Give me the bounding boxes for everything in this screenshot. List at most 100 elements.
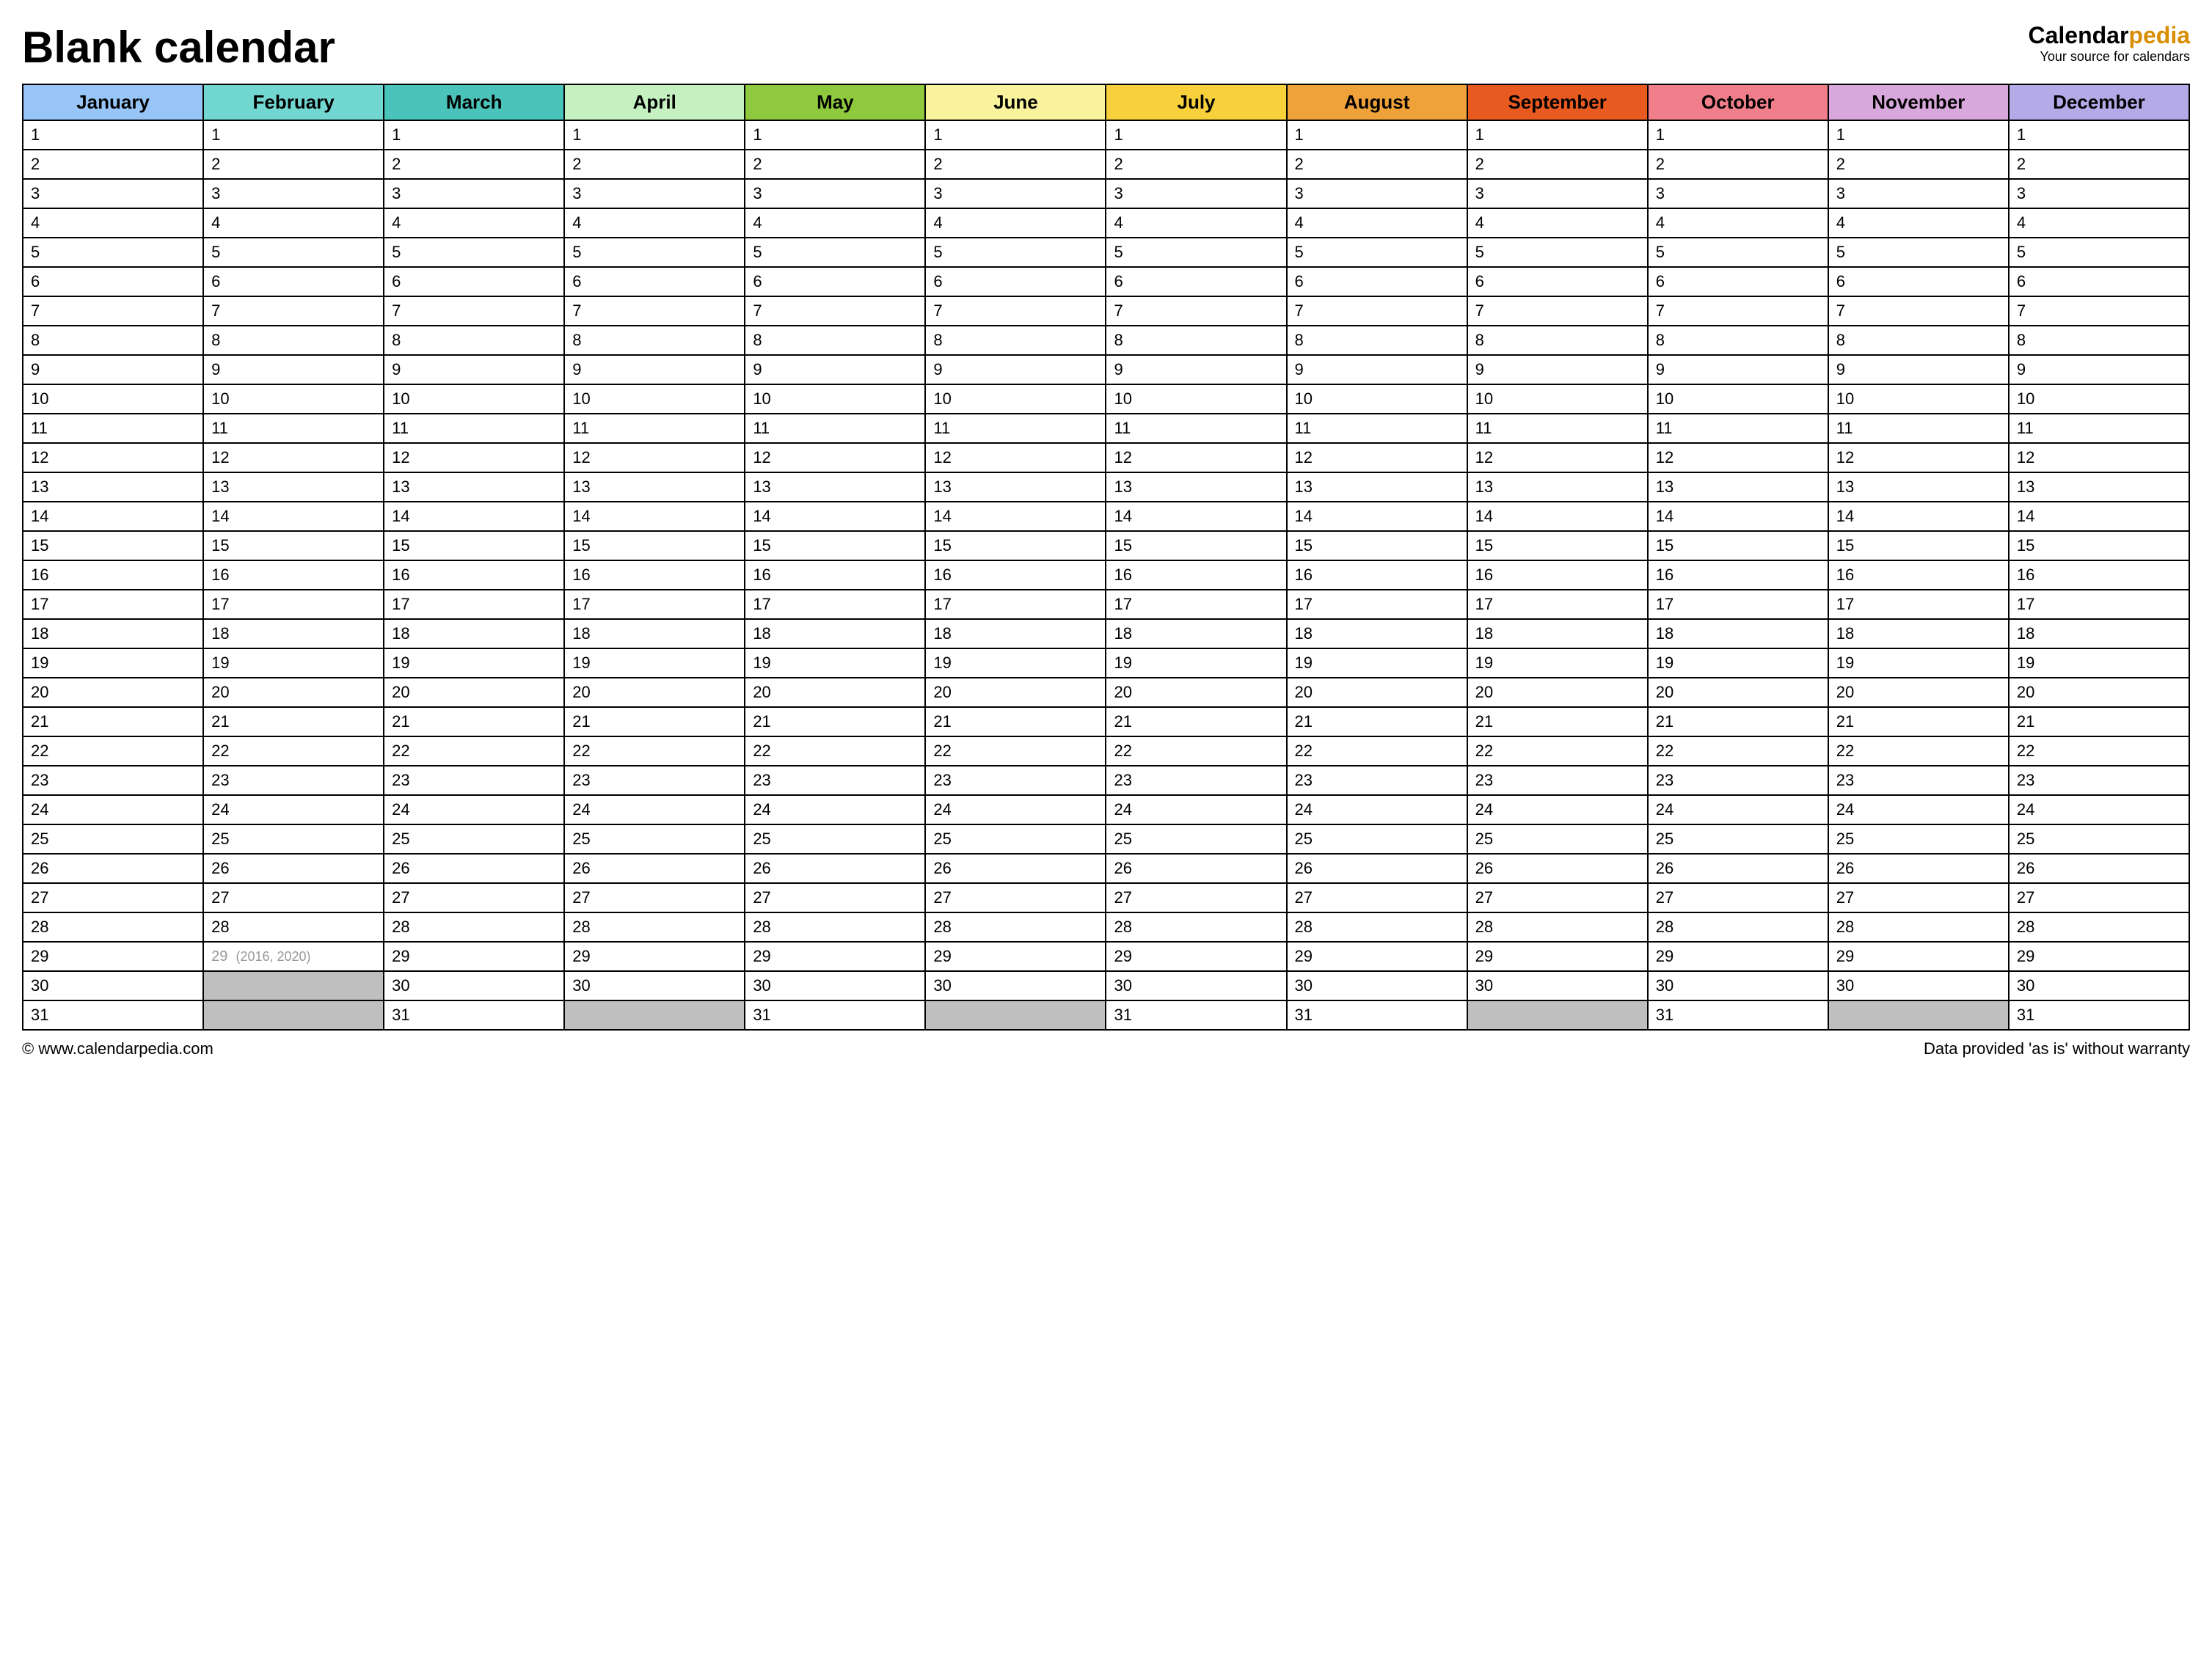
day-cell: 29 xyxy=(23,942,203,971)
day-cell: 23 xyxy=(23,766,203,795)
day-cell: 27 xyxy=(1648,883,1828,912)
day-cell: 1 xyxy=(2009,120,2189,150)
day-cell: 12 xyxy=(384,443,564,472)
day-cell: 23 xyxy=(925,766,1106,795)
day-cell: 9 xyxy=(1648,355,1828,384)
day-cell: 2 xyxy=(384,150,564,179)
day-cell: 22 xyxy=(925,736,1106,766)
day-cell: 13 xyxy=(1287,472,1467,502)
day-row: 888888888888 xyxy=(23,326,2189,355)
day-cell: 29 xyxy=(384,942,564,971)
day-cell: 26 xyxy=(203,854,384,883)
day-cell: 2 xyxy=(745,150,925,179)
day-cell: 28 xyxy=(2009,912,2189,942)
day-cell: 17 xyxy=(203,590,384,619)
day-row: 666666666666 xyxy=(23,267,2189,296)
day-cell: 25 xyxy=(925,824,1106,854)
month-header: May xyxy=(745,84,925,120)
day-cell: 11 xyxy=(1287,414,1467,443)
day-cell: 14 xyxy=(925,502,1106,531)
day-cell: 5 xyxy=(1106,238,1286,267)
day-cell: 23 xyxy=(564,766,745,795)
day-row: 2929 (2016, 2020)29292929292929292929 xyxy=(23,942,2189,971)
day-cell: 10 xyxy=(203,384,384,414)
day-cell: 16 xyxy=(1828,560,2009,590)
day-cell: 1 xyxy=(1287,120,1467,150)
day-cell: 27 xyxy=(23,883,203,912)
month-header: February xyxy=(203,84,384,120)
day-cell: 11 xyxy=(1828,414,2009,443)
day-cell: 5 xyxy=(1287,238,1467,267)
day-row: 999999999999 xyxy=(23,355,2189,384)
day-cell: 3 xyxy=(1467,179,1648,208)
day-row: 101010101010101010101010 xyxy=(23,384,2189,414)
day-cell: 9 xyxy=(2009,355,2189,384)
day-cell: 8 xyxy=(1287,326,1467,355)
day-cell: 2 xyxy=(1106,150,1286,179)
day-cell: 28 xyxy=(1287,912,1467,942)
day-cell: 26 xyxy=(1648,854,1828,883)
day-cell: 17 xyxy=(1106,590,1286,619)
day-cell: 11 xyxy=(203,414,384,443)
day-cell: 4 xyxy=(1467,208,1648,238)
day-cell: 23 xyxy=(1648,766,1828,795)
day-cell: 21 xyxy=(23,707,203,736)
day-cell: 14 xyxy=(1287,502,1467,531)
day-cell: 19 xyxy=(564,648,745,678)
day-cell: 6 xyxy=(1828,267,2009,296)
brand-name-part2: pedia xyxy=(2128,22,2190,48)
day-cell: 15 xyxy=(23,531,203,560)
day-cell xyxy=(1828,1000,2009,1030)
day-cell: 15 xyxy=(1828,531,2009,560)
day-row: 282828282828282828282828 xyxy=(23,912,2189,942)
day-cell: 31 xyxy=(1106,1000,1286,1030)
day-cell: 22 xyxy=(1648,736,1828,766)
header: Blank calendar Calendarpedia Your source… xyxy=(22,22,2190,73)
day-cell: 5 xyxy=(384,238,564,267)
footer-left: © www.calendarpedia.com xyxy=(22,1039,213,1058)
day-cell: 30 xyxy=(1467,971,1648,1000)
day-cell: 31 xyxy=(2009,1000,2189,1030)
day-cell: 3 xyxy=(23,179,203,208)
day-cell: 20 xyxy=(2009,678,2189,707)
brand-block: Calendarpedia Your source for calendars xyxy=(2028,22,2190,65)
month-header: April xyxy=(564,84,745,120)
day-cell: 4 xyxy=(1287,208,1467,238)
day-cell: 1 xyxy=(1828,120,2009,150)
day-cell: 12 xyxy=(1467,443,1648,472)
day-cell: 10 xyxy=(1648,384,1828,414)
day-cell: 7 xyxy=(1287,296,1467,326)
day-cell: 29 xyxy=(745,942,925,971)
day-cell: 22 xyxy=(384,736,564,766)
day-row: 171717171717171717171717 xyxy=(23,590,2189,619)
brand-name-part1: Calendar xyxy=(2028,22,2128,48)
day-row: 262626262626262626262626 xyxy=(23,854,2189,883)
day-cell: 14 xyxy=(2009,502,2189,531)
day-cell: 10 xyxy=(1828,384,2009,414)
day-cell: 20 xyxy=(23,678,203,707)
day-cell: 15 xyxy=(2009,531,2189,560)
day-cell: 15 xyxy=(564,531,745,560)
day-cell: 16 xyxy=(1106,560,1286,590)
day-cell: 20 xyxy=(1467,678,1648,707)
day-cell: 14 xyxy=(23,502,203,531)
day-cell: 6 xyxy=(1648,267,1828,296)
day-cell: 6 xyxy=(384,267,564,296)
day-cell: 21 xyxy=(1106,707,1286,736)
day-cell: 28 xyxy=(745,912,925,942)
day-row: 555555555555 xyxy=(23,238,2189,267)
month-header: June xyxy=(925,84,1106,120)
day-cell: 8 xyxy=(925,326,1106,355)
day-cell: 16 xyxy=(1648,560,1828,590)
day-cell: 3 xyxy=(1648,179,1828,208)
day-cell: 6 xyxy=(1467,267,1648,296)
day-cell: 13 xyxy=(23,472,203,502)
day-cell: 6 xyxy=(1106,267,1286,296)
day-cell: 8 xyxy=(1106,326,1286,355)
day-cell: 7 xyxy=(384,296,564,326)
day-cell: 8 xyxy=(23,326,203,355)
day-cell: 17 xyxy=(23,590,203,619)
day-cell: 22 xyxy=(1467,736,1648,766)
day-cell: 12 xyxy=(1828,443,2009,472)
day-cell: 26 xyxy=(1467,854,1648,883)
